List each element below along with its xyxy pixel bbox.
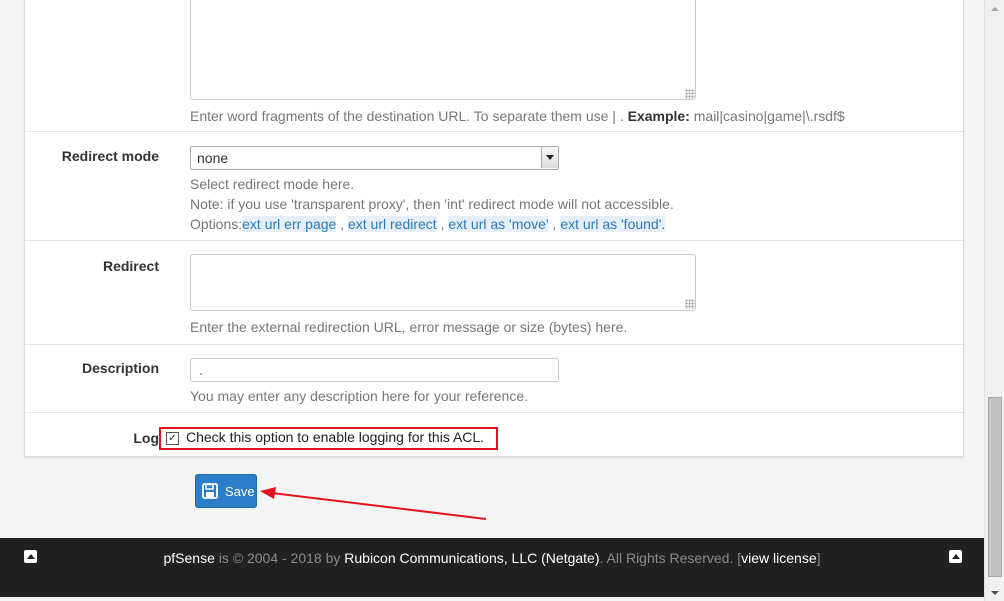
save-button-label: Save [225,483,255,499]
footer-copyright-text: is © 2004 - 2018 by [214,550,345,566]
scroll-down-icon[interactable] [985,584,1004,601]
footer: pfSense is © 2004 - 2018 by Rubicon Comm… [0,538,984,597]
redirect-textarea[interactable] [190,254,696,311]
scrollbar-thumb[interactable] [988,397,1002,577]
option-ext-url-err-page[interactable]: ext url err page [242,216,337,232]
description-row: Description You may enter any descriptio… [25,345,963,413]
footer-company-link[interactable]: Rubicon Communications, LLC (Netgate) [344,550,599,566]
options-prefix: Options: [190,216,243,232]
resize-grip-icon[interactable] [685,299,695,309]
destination-url-row: Enter word fragments of the destination … [25,0,963,132]
footer-copyright: pfSense is © 2004 - 2018 by Rubicon Comm… [0,550,984,566]
destination-url-textarea[interactable] [190,0,696,100]
example-label: Example: [627,108,690,124]
log-checkbox[interactable]: ✓ [166,432,179,445]
redirect-mode-options: Options:ext url err page , ext url redir… [190,214,666,234]
resize-grip-icon[interactable] [685,89,695,99]
footer-close-bracket: ] [816,550,821,566]
redirect-mode-select[interactable]: none [190,146,559,170]
description-input[interactable] [190,358,559,382]
description-help: You may enter any description here for y… [190,388,529,404]
example-value: mail|casino|game|\.rsdf$ [689,108,845,124]
redirect-help: Enter the external redirection URL, erro… [190,319,628,335]
redirect-mode-row: Redirect mode none Select redirect mode … [25,132,963,241]
acl-settings-panel: Enter word fragments of the destination … [24,0,964,457]
log-checkbox-label[interactable]: Check this option to enable logging for … [186,429,484,445]
scroll-up-icon[interactable] [985,0,1004,17]
option-separator: , [336,216,348,232]
option-ext-url-as-move[interactable]: ext url as 'move' [448,216,549,232]
page: Enter word fragments of the destination … [0,0,984,601]
redirect-row: Redirect Enter the external redirection … [25,241,963,345]
redirect-label: Redirect [102,258,159,274]
destination-url-help-text: Enter word fragments of the destination … [190,108,628,124]
save-icon [202,483,218,499]
footer-rights: . All Rights Reserved. [ [599,550,742,566]
redirect-mode-help-line1: Select redirect mode here. [190,176,355,192]
redirect-mode-help-line2: Note: if you use 'transparent proxy', th… [190,196,674,212]
option-separator: , [436,216,449,232]
option-separator: , [548,216,561,232]
scroll-to-top-icon[interactable] [949,550,962,563]
destination-url-help: Enter word fragments of the destination … [190,106,845,126]
log-label: Log [133,430,159,446]
vertical-scrollbar[interactable] [984,0,1004,601]
option-ext-url-as-found[interactable]: ext url as 'found'. [560,216,666,232]
redirect-mode-label: Redirect mode [61,148,159,164]
save-button[interactable]: Save [195,474,257,508]
option-ext-url-redirect[interactable]: ext url redirect [347,216,437,232]
description-label: Description [81,360,159,376]
view-license-link[interactable]: view license [741,550,816,566]
footer-brand: pfSense [163,550,215,566]
